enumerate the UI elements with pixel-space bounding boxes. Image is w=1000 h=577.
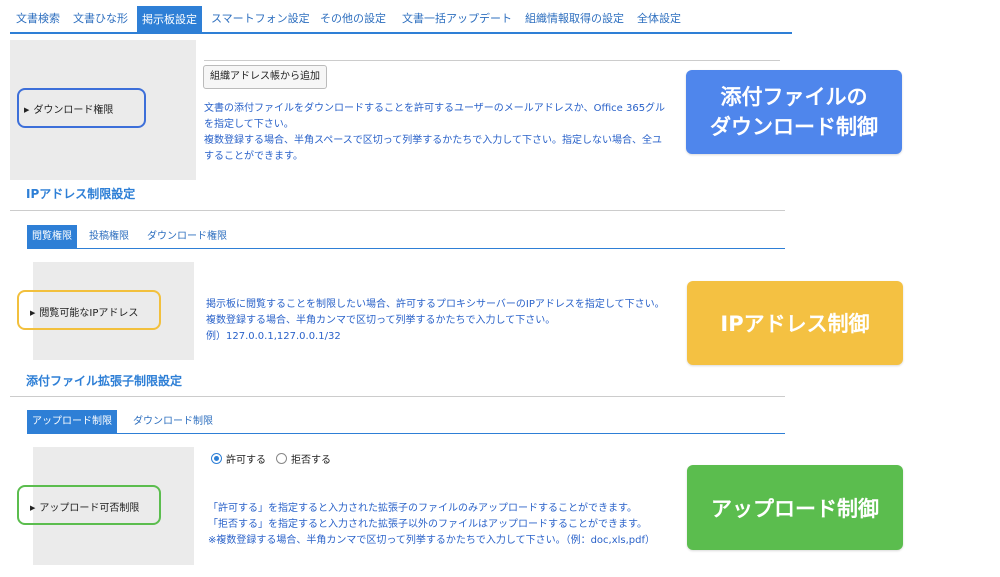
tab-document-templates[interactable]: 文書ひな形 xyxy=(73,6,128,32)
ip-control-callout: IPアドレス制御 xyxy=(687,281,903,365)
tab-global-settings[interactable]: 全体設定 xyxy=(637,6,681,32)
download-row-divider xyxy=(204,60,780,61)
subtab-download-restriction[interactable]: ダウンロード制限 xyxy=(133,410,213,434)
tab-org-info-settings[interactable]: 組織情報取得の設定 xyxy=(525,6,624,32)
tab-other-settings[interactable]: その他の設定 xyxy=(320,6,386,32)
upload-allow-label: ▶ アップロード可否制限 xyxy=(30,503,140,514)
tab-bulk-update[interactable]: 文書一括アップデート xyxy=(402,6,512,32)
settings-tab-bar: 文書検索 文書ひな形 掲示板設定 スマートフォン設定 その他の設定 文書一括アッ… xyxy=(10,6,792,34)
subtab-post-permission[interactable]: 投稿権限 xyxy=(89,225,129,249)
subtab-upload-restriction[interactable]: アップロード制限 xyxy=(27,410,117,434)
ip-section-title: IPアドレス制限設定 xyxy=(26,187,136,201)
upload-control-callout: アップロード制御 xyxy=(687,465,903,550)
upload-description: 「許可する」を指定すると入力された拡張子のファイルのみアップロードすることができ… xyxy=(208,503,656,546)
caret-right-icon: ▶ xyxy=(24,106,30,114)
download-permission-label: ▶ ダウンロード権限 xyxy=(24,105,114,116)
tab-smartphone-settings[interactable]: スマートフォン設定 xyxy=(211,6,310,32)
tab-bulletin-board-settings[interactable]: 掲示板設定 xyxy=(137,6,202,34)
caret-right-icon: ▶ xyxy=(30,309,36,317)
deny-radio-label[interactable]: 拒否する xyxy=(291,451,331,466)
ip-description: 掲示板に閲覧することを制限したい場合、許可するプロキシサーバーのIPアドレスを指… xyxy=(206,299,665,342)
ip-subtab-bar: 閲覧権限 投稿権限 ダウンロード権限 xyxy=(27,225,785,249)
ext-subtab-bar: アップロード制限 ダウンロード制限 xyxy=(27,410,785,434)
subtab-view-permission[interactable]: 閲覧権限 xyxy=(27,225,77,249)
allow-radio-label[interactable]: 許可する xyxy=(226,451,266,466)
add-from-address-book-button[interactable]: 組織アドレス帳から追加 xyxy=(203,65,327,89)
ip-section-divider xyxy=(10,210,785,211)
tab-document-search[interactable]: 文書検索 xyxy=(16,6,60,32)
deny-radio[interactable] xyxy=(276,453,287,464)
ext-section-divider xyxy=(10,396,785,397)
allow-radio[interactable] xyxy=(211,453,222,464)
download-description: 文書の添付ファイルをダウンロードすることを許可するユーザーのメールアドレスか、O… xyxy=(204,103,666,162)
download-control-callout: 添付ファイルの ダウンロード制御 xyxy=(686,70,902,154)
subtab-download-permission[interactable]: ダウンロード権限 xyxy=(147,225,227,249)
upload-radio-group: 許可する 拒否する xyxy=(211,451,337,466)
caret-right-icon: ▶ xyxy=(30,504,36,512)
ext-section-title: 添付ファイル拡張子制限設定 xyxy=(26,374,183,388)
viewable-ip-label: ▶ 閲覧可能なIPアドレス xyxy=(30,308,139,319)
